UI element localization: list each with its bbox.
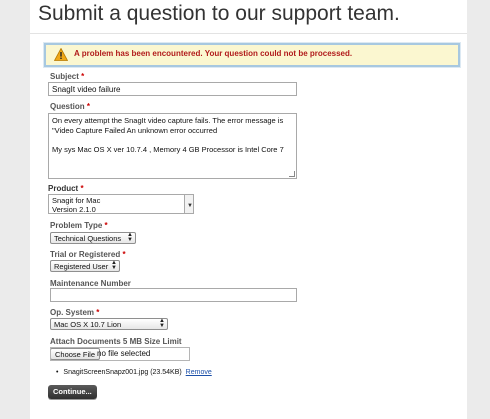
product-label: Product *	[48, 184, 84, 193]
question-line: My sys Mac OS X ver 10.7.4 , Memory 4 GB…	[52, 144, 284, 154]
op-system-value: Mac OS X 10.7 Lion	[54, 320, 122, 329]
subject-label: Subject *	[50, 72, 84, 81]
problem-type-label-text: Problem Type	[50, 221, 103, 230]
maintenance-number-label-text: Maintenance Number	[50, 279, 131, 288]
question-textarea[interactable]: On every attempt the SnagIt video captur…	[48, 113, 297, 179]
attached-file-item: • SnagitScreenSnapz001.jpg (23.54KB) Rem…	[56, 369, 212, 376]
resize-handle-icon[interactable]	[289, 171, 295, 177]
select-arrows-icon: ▲ ▼	[127, 232, 133, 243]
support-page: Submit a question to our support team. A…	[30, 0, 467, 419]
remove-file-link[interactable]: Remove	[186, 369, 212, 376]
required-marker: *	[96, 308, 100, 317]
subject-value: SnagIt video failure	[52, 85, 121, 94]
trial-registered-select[interactable]: Registered User ▲ ▼	[50, 260, 120, 272]
select-arrows-icon: ▲ ▼	[159, 318, 165, 329]
subject-label-text: Subject	[50, 72, 79, 81]
required-marker: *	[81, 72, 85, 81]
chevron-down-icon: ▼	[187, 203, 193, 209]
trial-registered-label: Trial or Registered *	[50, 250, 126, 259]
problem-type-value: Technical Questions	[54, 234, 122, 243]
question-label-text: Question	[50, 102, 85, 111]
attached-file-name: SnagitScreenSnapz001.jpg (23.54KB)	[63, 369, 182, 376]
warning-icon	[54, 48, 68, 61]
product-option-name: Snagit for Mac	[52, 196, 101, 205]
op-system-select[interactable]: Mac OS X 10.7 Lion ▲ ▼	[50, 318, 168, 330]
product-label-text: Product	[48, 184, 79, 193]
question-line: "Video Capture Failed An unknown error o…	[52, 125, 218, 135]
required-marker: *	[80, 184, 84, 193]
required-marker: *	[86, 102, 91, 111]
continue-button[interactable]: Continue...	[48, 385, 97, 399]
attach-label: Attach Documents 5 MB Size Limit	[50, 337, 182, 346]
trial-registered-label-text: Trial or Registered	[50, 250, 121, 259]
question-line: On every attempt the SnagIt video captur…	[52, 116, 284, 125]
maintenance-number-input[interactable]	[50, 288, 297, 302]
error-alert: A problem has been encountered. Your que…	[44, 43, 460, 67]
question-line	[52, 135, 293, 145]
page-title: Submit a question to our support team.	[38, 2, 400, 25]
attach-label-text: Attach Documents 5 MB Size Limit	[50, 337, 182, 346]
title-divider	[30, 33, 467, 34]
file-input-box	[50, 347, 190, 361]
problem-type-select[interactable]: Technical Questions ▲ ▼	[50, 232, 136, 244]
subject-input[interactable]: SnagIt video failure	[48, 82, 297, 96]
question-label: Question *	[50, 102, 90, 111]
problem-type-label: Problem Type *	[50, 221, 108, 230]
bullet-icon: •	[56, 369, 59, 376]
continue-label: Continue...	[53, 387, 92, 396]
select-arrows-icon: ▲ ▼	[111, 260, 117, 271]
product-listbox[interactable]: Snagit for Mac Version 2.1.0 ▼	[48, 194, 194, 214]
required-marker: *	[104, 221, 108, 230]
op-system-label: Op. System *	[50, 308, 99, 317]
required-marker: *	[122, 250, 126, 259]
trial-registered-value: Registered User	[54, 262, 109, 271]
product-scrollbar[interactable]: ▼	[184, 195, 193, 213]
product-option-version: Version 2.1.0	[52, 205, 96, 214]
maintenance-number-label: Maintenance Number	[50, 279, 131, 288]
alert-message: A problem has been encountered. Your que…	[74, 49, 353, 58]
op-system-label-text: Op. System	[50, 308, 95, 317]
